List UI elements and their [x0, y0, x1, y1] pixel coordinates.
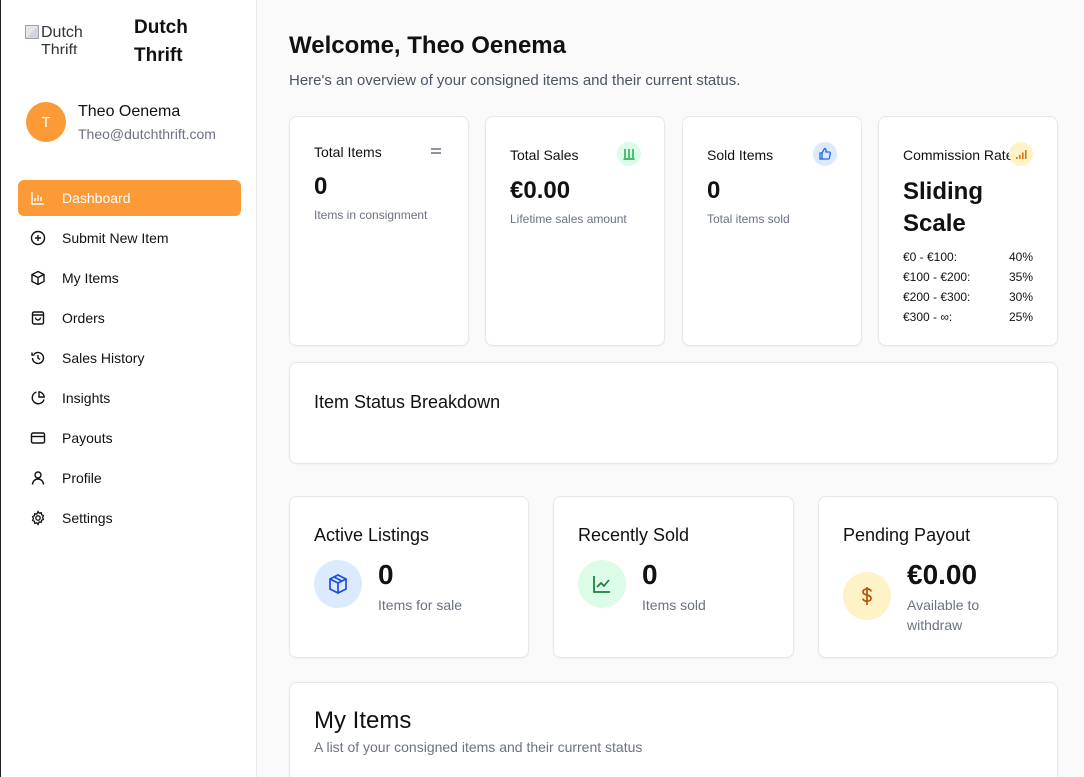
stat-label: Total Items	[314, 144, 382, 160]
user-profile: T Theo Oenema Theo@dutchthrift.com	[26, 102, 246, 146]
brand-name: Dutch Thrift	[134, 17, 188, 66]
sidebar-item-insights[interactable]: Insights	[18, 380, 241, 416]
sidebar-item-label: Orders	[62, 310, 105, 326]
stat-value: 0	[314, 173, 328, 200]
brand-logo: Dutch Thrift	[25, 24, 95, 54]
stat-subtext: Total items sold	[707, 212, 790, 226]
brand-logo-alt: Dutch Thrift	[41, 24, 83, 54]
pie-chart-icon	[30, 390, 46, 406]
avatar: T	[26, 102, 66, 142]
section-title: Active Listings	[314, 525, 430, 545]
section-title: My Items	[314, 707, 412, 734]
user-email: Theo@dutchthrift.com	[78, 126, 216, 142]
stat-value: Sliding Scale	[903, 178, 983, 237]
package-icon	[30, 270, 46, 286]
gear-icon	[30, 510, 46, 526]
summary-subtext: Items sold	[642, 597, 706, 613]
broken-image-icon	[25, 25, 39, 39]
section-title: Pending Payout	[843, 525, 971, 545]
package-icon	[314, 560, 362, 608]
summary-value: €0.00	[907, 559, 978, 590]
signal-icon	[1009, 142, 1033, 166]
total-items-card: Total Items 0 Items in consignment	[289, 116, 469, 346]
stat-value: €0.00	[510, 177, 571, 204]
equals-icon	[424, 139, 448, 163]
summary-subtext: Available to withdraw	[907, 597, 980, 633]
user-name: Theo Oenema	[78, 103, 181, 120]
commission-tier-row: €0 - €100: 40%	[903, 250, 1033, 264]
bar-chart-icon	[30, 190, 46, 206]
dollar-icon	[843, 572, 891, 620]
total-sales-card: Total Sales €0.00 Lifetime sales amount	[485, 116, 665, 346]
sidebar-item-dashboard[interactable]: Dashboard	[18, 180, 241, 216]
stat-value: 0	[707, 177, 721, 204]
section-title: Item Status Breakdown	[314, 392, 501, 412]
stat-subtext: Lifetime sales amount	[510, 212, 627, 226]
bars-icon	[617, 142, 641, 166]
sidebar-item-sales-history[interactable]: Sales History	[18, 340, 241, 376]
summary-value: 0	[378, 559, 394, 590]
sidebar-item-label: Dashboard	[62, 190, 131, 206]
sidebar-item-label: Insights	[62, 390, 111, 406]
user-icon	[30, 470, 46, 486]
sidebar-item-label: My Items	[62, 270, 119, 286]
sidebar-nav: Dashboard Submit New Item My Items Order…	[18, 180, 241, 540]
summary-value: 0	[642, 559, 658, 590]
brand[interactable]: Dutch Thrift Dutch Thrift	[25, 14, 245, 74]
recently-sold-card: Recently Sold 0 Items sold	[553, 496, 794, 658]
stat-label: Total Sales	[510, 147, 579, 163]
sidebar-item-orders[interactable]: Orders	[18, 300, 241, 336]
commission-tier-row: €100 - €200: 35%	[903, 270, 1033, 284]
sidebar-item-label: Settings	[62, 510, 113, 526]
sidebar-item-label: Profile	[62, 470, 102, 486]
sidebar-item-label: Sales History	[62, 350, 145, 366]
stat-subtext: Items in consignment	[314, 208, 428, 222]
thumbs-up-icon	[813, 142, 837, 166]
sidebar-item-label: Payouts	[62, 430, 113, 446]
page-subtitle: Here's an overview of your consigned ite…	[289, 72, 741, 89]
sidebar: Dutch Thrift Dutch Thrift T Theo Oenema …	[0, 0, 257, 777]
sold-items-card: Sold Items 0 Total items sold	[682, 116, 862, 346]
shopping-bag-icon	[30, 310, 46, 326]
sidebar-item-my-items[interactable]: My Items	[18, 260, 241, 296]
section-subtitle: A list of your consigned items and their…	[314, 739, 643, 755]
sidebar-item-settings[interactable]: Settings	[18, 500, 241, 536]
plus-circle-icon	[30, 230, 46, 246]
commission-tiers: €0 - €100: 40% €100 - €200: 35% €200 - €30…	[903, 247, 1033, 327]
commission-tier-row: €200 - €300: 30%	[903, 290, 1033, 304]
main-content: Welcome, Theo Oenema Here's an overview …	[257, 0, 1084, 777]
stat-label: Sold Items	[707, 147, 774, 163]
credit-card-icon	[30, 430, 46, 446]
sidebar-item-label: Submit New Item	[62, 230, 169, 246]
history-icon	[30, 350, 46, 366]
trend-chart-icon	[578, 560, 626, 608]
summary-subtext: Items for sale	[378, 597, 463, 613]
sidebar-item-submit-new-item[interactable]: Submit New Item	[18, 220, 241, 256]
sidebar-item-profile[interactable]: Profile	[18, 460, 241, 496]
pending-payout-card: Pending Payout €0.00 Available to withdr…	[818, 496, 1058, 658]
page-title: Welcome, Theo Oenema	[289, 32, 566, 59]
active-listings-card: Active Listings 0 Items for sale	[289, 496, 529, 658]
sidebar-item-payouts[interactable]: Payouts	[18, 420, 241, 456]
my-items-card: My Items A list of your consigned items …	[289, 682, 1058, 777]
commission-tier-row: €300 - ∞: 25%	[903, 310, 1033, 324]
section-title: Recently Sold	[578, 525, 690, 545]
stat-label: Commission Rate	[903, 147, 1014, 163]
commission-rate-card: Commission Rate Sliding Scale €0 - €100:…	[878, 116, 1058, 346]
item-status-breakdown-card: Item Status Breakdown	[289, 362, 1058, 464]
